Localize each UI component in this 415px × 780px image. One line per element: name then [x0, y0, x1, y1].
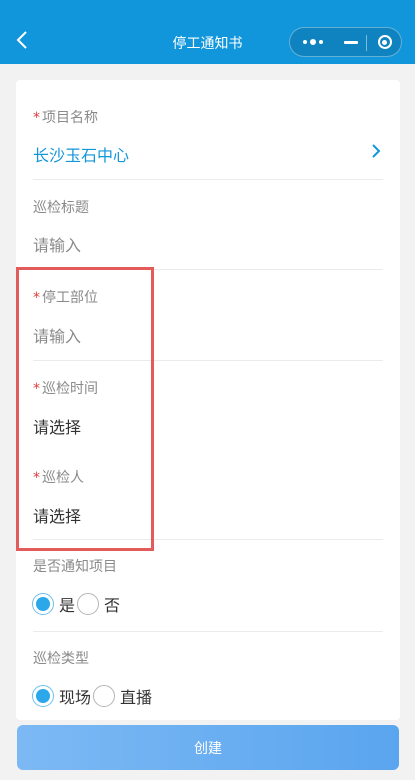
notify-no-radio[interactable]: [77, 593, 100, 615]
inspector-label-text: 巡检人: [42, 470, 84, 486]
project-name-label: * 项目名称: [33, 107, 98, 127]
divider: [33, 269, 383, 270]
inspector-label: * 巡检人: [33, 467, 84, 487]
notify-project-label: 是否通知项目: [33, 559, 117, 575]
required-mark: *: [33, 381, 40, 397]
divider: [33, 631, 383, 632]
inspection-title-label: 巡检标题: [33, 200, 89, 216]
type-live-radio[interactable]: [93, 685, 116, 707]
target-close-icon: [377, 35, 392, 49]
notify-project-radio-group: 是 否: [32, 592, 120, 616]
type-onsite-label[interactable]: 现场: [59, 684, 91, 708]
miniprogram-capsule: [289, 27, 402, 57]
divider: [33, 539, 383, 540]
required-mark: *: [33, 110, 40, 126]
inspection-title-input[interactable]: 请输入: [33, 232, 81, 256]
stop-location-label-text: 停工部位: [42, 290, 98, 306]
notify-yes-label[interactable]: 是: [59, 592, 75, 616]
minimize-button[interactable]: [335, 28, 367, 56]
project-name-value[interactable]: 长沙玉石中心: [33, 142, 129, 166]
inspection-type-radio-group: 现场 直播: [32, 684, 152, 708]
minimize-icon: [344, 40, 358, 44]
inspector-picker[interactable]: 请选择: [33, 503, 81, 527]
inspection-time-picker[interactable]: 请选择: [33, 414, 81, 438]
inspection-time-label-text: 巡检时间: [42, 381, 98, 397]
stop-location-input[interactable]: 请输入: [33, 323, 81, 347]
navigation-bar: 停工通知书: [0, 0, 415, 64]
type-onsite-radio[interactable]: [32, 685, 54, 707]
inspection-time-label: * 巡检时间: [33, 378, 98, 398]
chevron-right-icon[interactable]: [370, 143, 382, 159]
type-live-label[interactable]: 直播: [120, 684, 152, 708]
stop-location-label: * 停工部位: [33, 287, 98, 307]
inspection-type-label: 巡检类型: [33, 651, 89, 667]
more-button[interactable]: [290, 28, 335, 56]
capsule-divider: [366, 35, 367, 51]
notify-no-label[interactable]: 否: [104, 592, 120, 616]
create-button[interactable]: 创建: [17, 725, 399, 770]
more-dots-icon: [302, 39, 323, 45]
divider: [33, 179, 383, 180]
required-mark: *: [33, 290, 40, 306]
required-mark: *: [33, 470, 40, 486]
close-miniprogram-button[interactable]: [367, 28, 402, 56]
project-name-label-text: 项目名称: [42, 110, 98, 126]
form-card: * 项目名称 长沙玉石中心 巡检标题 请输入 * 停工部位 请输入 * 巡检时间 请选…: [16, 80, 400, 720]
notify-yes-radio[interactable]: [32, 593, 54, 615]
divider: [33, 360, 383, 361]
